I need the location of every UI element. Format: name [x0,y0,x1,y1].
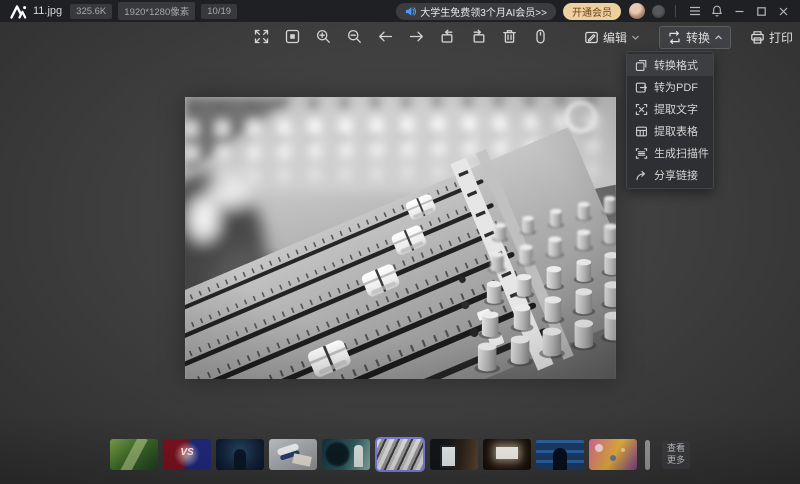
titlebar-divider [675,5,676,17]
upgrade-member-button[interactable]: 开通会员 [563,3,621,20]
action-toolbar: 编辑 转换 打印 工具箱 [580,26,800,48]
view-toolbar [252,27,550,46]
notifications-button[interactable] [706,0,728,22]
mouse-settings-button[interactable] [531,27,550,46]
thumbnail-cinema-screen[interactable] [483,439,531,470]
thumbnail-forest-aerial[interactable] [110,439,158,470]
main-image[interactable] [185,97,616,379]
promo-banner[interactable]: 大学生免费领3个月AI会员>> [396,3,556,20]
view-more-line1: 查看 [667,443,685,454]
thumbnail-e-reader-desk[interactable] [430,439,478,470]
dimensions-badge: 1920*1280像素 [118,2,195,20]
view-more-button[interactable]: 查看 更多 [662,441,690,469]
edit-button[interactable]: 编辑 [580,26,644,49]
close-button[interactable] [772,0,794,22]
chevron-down-icon [631,33,640,42]
main-menu-button[interactable] [684,0,706,22]
maximize-button[interactable] [750,0,772,22]
previous-image-button[interactable] [376,27,395,46]
image-viewer-window: 11.jpg 325.6K 1920*1280像素 10/19 大学生免费领3个… [0,0,800,484]
promo-text: 大学生免费领3个月AI会员>> [420,4,547,19]
index-badge: 10/19 [201,4,237,19]
app-logo-icon [10,4,27,19]
share-link-icon [635,169,648,182]
menu-item-label: 转为PDF [654,79,698,95]
extract-table-icon [635,125,648,138]
filename-label: 11.jpg [33,5,62,17]
menu-item-label: 生成扫描件 [654,145,709,161]
vs-overlay-text: VS [163,447,211,458]
print-label: 打印 [769,29,793,46]
menu-item-extract-table[interactable]: 提取表格 [627,120,713,142]
edit-icon [584,30,599,45]
thumbnail-airplane-tickets[interactable] [269,439,317,470]
generate-scan-icon [635,147,648,160]
user-avatar[interactable] [629,3,645,19]
print-icon [750,30,765,45]
menu-item-convert-format[interactable]: 转换格式 [627,54,713,76]
filesize-badge: 325.6K [70,4,112,19]
convert-button[interactable]: 转换 [659,26,731,49]
maximize-icon [756,6,767,17]
menu-item-label: 分享链接 [654,167,698,183]
member-badge-icon[interactable] [652,5,665,18]
thumbnail-strip: VS 查看 更多 [110,437,690,472]
rotate-right-button[interactable] [469,27,488,46]
titlebar: 11.jpg 325.6K 1920*1280像素 10/19 大学生免费领3个… [0,0,800,22]
extract-text-icon [635,103,648,116]
rotate-left-button[interactable] [438,27,457,46]
thumbnail-vs-graphic[interactable]: VS [163,439,211,470]
fit-screen-button[interactable] [283,27,302,46]
zoom-out-button[interactable] [345,27,364,46]
convert-label: 转换 [686,29,710,46]
edit-label: 编辑 [603,29,627,46]
fullscreen-button[interactable] [252,27,271,46]
menu-item-label: 转换格式 [654,57,698,73]
menu-item-extract-text[interactable]: 提取文字 [627,98,713,120]
convert-icon [667,30,682,45]
minimize-icon [734,6,745,17]
thumbnail-overflow-bar[interactable] [645,440,650,470]
view-more-line2: 更多 [667,455,685,466]
hamburger-icon [689,6,701,16]
thumbnail-monitor-wall[interactable] [536,439,584,470]
menu-item-share-link[interactable]: 分享链接 [627,164,713,186]
zoom-in-button[interactable] [314,27,333,46]
to-pdf-icon [635,81,648,94]
thumbnail-mixing-console-selected[interactable] [375,437,425,472]
bell-icon [711,5,723,17]
menu-item-to-pdf[interactable]: 转为PDF [627,76,713,98]
next-image-button[interactable] [407,27,426,46]
delete-button[interactable] [500,27,519,46]
close-icon [778,6,789,17]
menu-item-label: 提取文字 [654,101,698,117]
thumbnail-camera-lens-scene[interactable] [322,439,370,470]
convert-format-icon [635,59,648,72]
menu-item-generate-scan[interactable]: 生成扫描件 [627,142,713,164]
minimize-button[interactable] [728,0,750,22]
print-button[interactable]: 打印 [746,26,797,49]
menu-item-label: 提取表格 [654,123,698,139]
thumbnail-colorful-abstract[interactable] [589,439,637,470]
viewer-canvas: 编辑 转换 打印 工具箱 [0,22,800,484]
speaker-icon [405,6,416,17]
chevron-up-icon [714,33,723,42]
convert-dropdown-menu: 转换格式 转为PDF 提取文字 提取表格 生成扫描件 [626,51,714,189]
thumbnail-cyber-portrait[interactable] [216,439,264,470]
